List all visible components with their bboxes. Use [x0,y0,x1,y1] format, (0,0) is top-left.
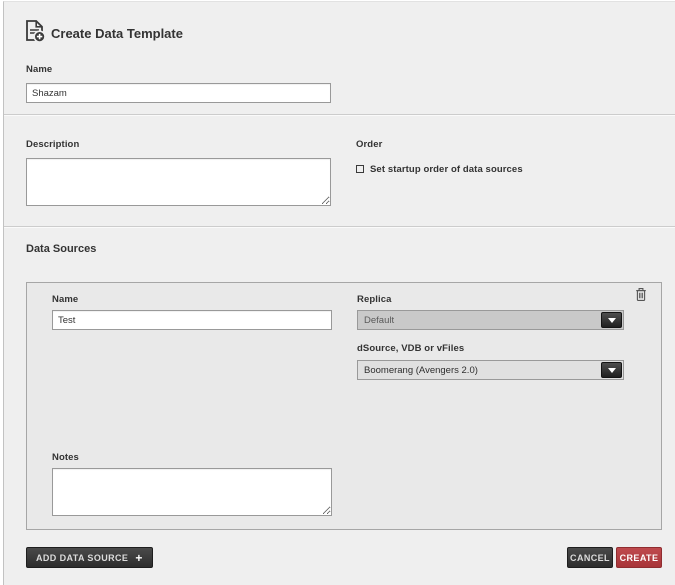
divider [4,226,675,228]
ds-name-label: Name [52,294,78,305]
page-title: Create Data Template [51,26,183,41]
name-input[interactable] [26,83,331,103]
cancel-button-label: CANCEL [570,553,610,563]
plus-icon: + [135,552,142,564]
source-select[interactable]: Boomerang (Avengers 2.0) [357,360,624,380]
order-label: Order [356,139,382,150]
cancel-button[interactable]: CANCEL [567,547,613,568]
data-source-card: Name Replica Default dSource, VDB or vFi… [26,282,662,530]
description-textarea[interactable] [26,158,331,206]
chevron-down-icon[interactable] [601,312,622,328]
startup-order-option[interactable]: Set startup order of data sources [356,159,523,177]
source-select-value: Boomerang (Avengers 2.0) [358,365,601,376]
replica-select[interactable]: Default [357,310,624,330]
data-sources-section-title: Data Sources [26,243,96,255]
source-label: dSource, VDB or vFiles [357,343,464,354]
add-data-source-button-label: ADD DATA SOURCE [36,553,128,563]
notes-label: Notes [52,452,79,463]
document-add-icon [22,19,46,43]
name-label: Name [26,64,52,75]
startup-order-checkbox[interactable] [356,165,364,173]
chevron-down-icon[interactable] [601,362,622,378]
startup-order-checkbox-label: Set startup order of data sources [370,164,523,175]
add-data-source-button[interactable]: ADD DATA SOURCE + [26,547,153,568]
trash-icon[interactable] [635,287,647,302]
create-button[interactable]: CREATE [616,547,662,568]
divider [4,114,675,116]
create-button-label: CREATE [620,553,659,563]
replica-select-value: Default [358,315,601,326]
ds-name-input[interactable] [52,310,332,330]
notes-textarea[interactable] [52,468,332,516]
create-data-template-dialog: Create Data Template Name Description Or… [3,1,675,585]
replica-label: Replica [357,294,392,305]
description-label: Description [26,139,79,150]
